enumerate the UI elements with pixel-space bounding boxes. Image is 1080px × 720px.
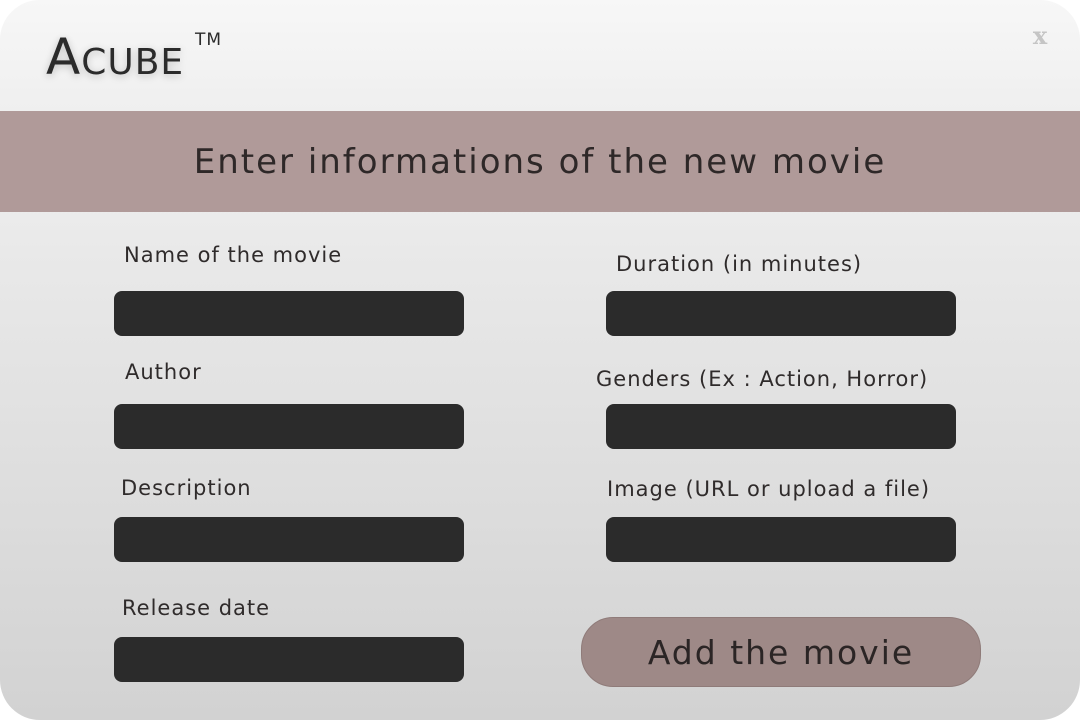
image-label: Image (URL or upload a file) — [607, 477, 931, 501]
duration-input[interactable] — [606, 291, 956, 336]
header-banner: Enter informations of the new movie — [0, 111, 1080, 212]
duration-label: Duration (in minutes) — [616, 252, 863, 276]
trademark-mark: TM — [195, 30, 223, 50]
logo-text: cube — [81, 42, 185, 83]
title-bar: Acube TM x — [0, 0, 1080, 111]
add-movie-window: Acube TM x Enter informations of the new… — [0, 0, 1080, 720]
release-date-label: Release date — [122, 596, 271, 620]
author-input[interactable] — [114, 404, 464, 449]
release-date-input[interactable] — [114, 637, 464, 682]
movie-name-input[interactable] — [114, 291, 464, 336]
logo-initial: A — [46, 28, 82, 86]
genders-input[interactable] — [606, 404, 956, 449]
close-button[interactable]: x — [1028, 22, 1052, 50]
app-logo: Acube — [46, 28, 184, 86]
name-label: Name of the movie — [124, 243, 343, 267]
add-movie-button[interactable]: Add the movie — [581, 617, 981, 687]
page-title: Enter informations of the new movie — [193, 141, 887, 182]
image-input[interactable] — [606, 517, 956, 562]
author-label: Author — [125, 360, 202, 384]
description-input[interactable] — [114, 517, 464, 562]
description-label: Description — [121, 476, 252, 500]
genders-label: Genders (Ex : Action, Horror) — [596, 367, 929, 391]
